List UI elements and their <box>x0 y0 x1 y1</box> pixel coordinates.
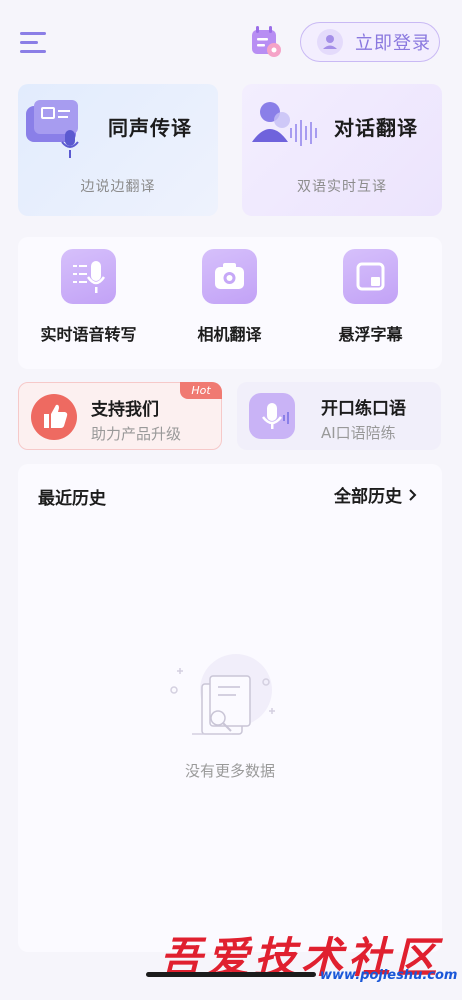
tools-panel: 实时语音转写 相机翻译 悬浮字幕 <box>18 237 442 369</box>
menu-line <box>20 41 38 44</box>
speaker-voice-wave-icon <box>252 102 317 146</box>
promo-subtitle: AI口语陪练 <box>321 424 396 442</box>
empty-documents-search-icon <box>170 654 275 735</box>
tool-label: 相机翻译 <box>197 325 262 344</box>
watermark: 吾爱技术社区 www.pojieshu.com <box>160 924 460 992</box>
login-label: 立即登录 <box>355 33 431 54</box>
watermark-url: www.pojieshu.com <box>320 968 458 983</box>
hot-badge: Hot <box>180 382 222 399</box>
voice-transcription-tool[interactable]: 实时语音转写 <box>18 237 159 369</box>
menu-button[interactable] <box>18 30 48 54</box>
promo-title: 开口练口语 <box>321 399 406 419</box>
dialogue-translation-card[interactable]: 对话翻译 双语实时互译 <box>242 84 442 216</box>
voice-transcribe-icon <box>61 249 116 304</box>
all-history-label: 全部历史 <box>334 487 402 507</box>
history-title: 最近历史 <box>38 489 106 509</box>
promo-title: 支持我们 <box>91 400 159 420</box>
card-subtitle: 边说边翻译 <box>80 179 156 195</box>
thumbs-up-icon <box>31 394 77 440</box>
simultaneous-interpretation-card[interactable]: 同声传译 边说边翻译 <box>18 84 218 216</box>
tool-label: 实时语音转写 <box>40 325 137 344</box>
recent-history-panel: 最近历史 全部历史 没有更多数据 <box>18 464 442 952</box>
hamburger-menu-icon <box>20 32 46 35</box>
card-title: 对话翻译 <box>334 116 418 140</box>
chevron-right-icon <box>409 488 417 501</box>
floating-subtitle-tool[interactable]: 悬浮字幕 <box>300 237 441 369</box>
login-button[interactable]: 立即登录 <box>300 22 440 62</box>
menu-line <box>20 50 46 53</box>
microphone-icon <box>249 393 295 439</box>
calendar-settings-icon <box>252 26 281 57</box>
tool-label: 悬浮字幕 <box>338 325 403 344</box>
home-indicator[interactable] <box>146 972 316 977</box>
empty-state-text: 没有更多数据 <box>184 762 275 780</box>
support-us-card[interactable]: 支持我们 助力产品升级 Hot <box>18 382 222 450</box>
camera-icon <box>202 249 257 304</box>
all-history-link[interactable]: 全部历史 <box>334 482 420 507</box>
user-avatar-icon <box>317 29 343 55</box>
card-title: 同声传译 <box>108 116 192 140</box>
presentation-microphone-icon <box>26 100 79 158</box>
card-subtitle: 双语实时互译 <box>297 179 387 195</box>
calendar-button[interactable] <box>244 24 290 60</box>
promo-subtitle: 助力产品升级 <box>91 425 182 443</box>
speaking-practice-card[interactable]: 开口练口语 AI口语陪练 <box>237 382 441 450</box>
camera-translation-tool[interactable]: 相机翻译 <box>159 237 300 369</box>
floating-window-icon <box>343 249 398 304</box>
